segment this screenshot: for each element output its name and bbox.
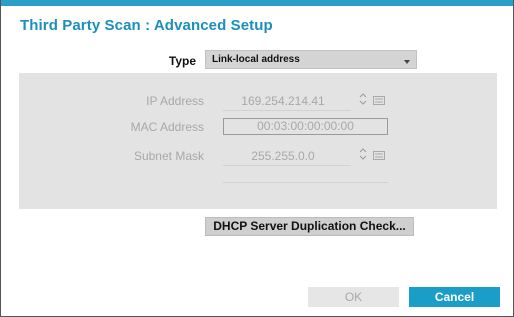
subnet-spinner-icon[interactable]: [359, 147, 367, 161]
cancel-button[interactable]: Cancel: [409, 287, 500, 307]
mac-address-field[interactable]: 00:03:00:00:00:00: [223, 118, 388, 135]
ip-address-underline: [223, 110, 351, 111]
dialog-title: Third Party Scan : Advanced Setup: [20, 17, 273, 34]
mac-address-label: MAC Address: [130, 120, 204, 134]
type-select-value: Link-local address: [212, 54, 300, 65]
chevron-down-icon: [404, 60, 410, 64]
dhcp-duplication-check-button[interactable]: DHCP Server Duplication Check...: [205, 217, 414, 236]
ip-address-label: IP Address: [146, 94, 204, 108]
subnet-mask-label: Subnet Mask: [133, 149, 204, 163]
subnet-keyboard-icon[interactable]: [373, 151, 385, 160]
dialog-accent-bar: [1, 0, 513, 6]
subnet-mask-field[interactable]: 255.255.0.0: [223, 149, 343, 163]
advanced-setup-dialog: Third Party Scan : Advanced Setup Type L…: [0, 0, 514, 317]
panel-divider: [223, 182, 388, 183]
subnet-mask-underline: [223, 165, 351, 166]
ip-address-field[interactable]: 169.254.214.41: [223, 94, 343, 108]
ip-keyboard-icon[interactable]: [373, 96, 385, 105]
type-select[interactable]: Link-local address: [205, 50, 417, 69]
ok-button[interactable]: OK: [308, 287, 399, 307]
type-label: Type: [168, 54, 196, 68]
ip-spinner-icon[interactable]: [359, 92, 367, 106]
